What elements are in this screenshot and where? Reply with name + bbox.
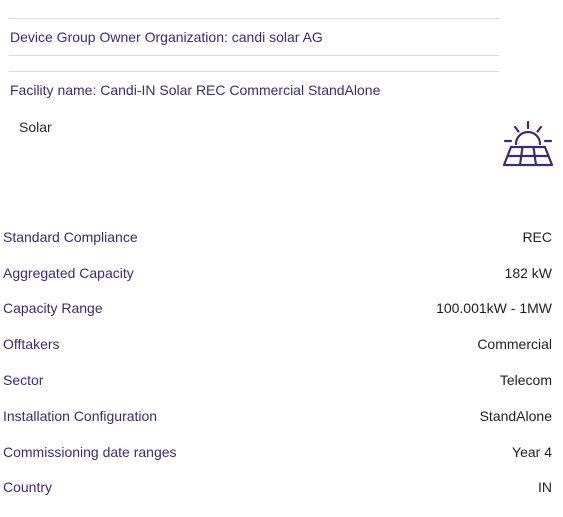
divider-facility [9,71,499,72]
spec-label: Country [3,479,53,496]
spec-label: Standard Compliance [3,228,138,245]
owner-organization: Device Group Owner Organization: candi s… [10,29,323,45]
spec-row-offtakers: Offtakers Commercial [3,326,552,362]
spec-list: Standard Compliance REC Aggregated Capac… [3,219,552,505]
spec-value: StandAlone [479,407,552,424]
spec-row-aggregated-capacity: Aggregated Capacity 182 kW [3,255,552,291]
spec-value: Commercial [477,336,552,353]
spec-label: Capacity Range [3,300,103,317]
spec-label: Offtakers [3,336,60,353]
spec-value: 182 kW [504,264,552,281]
spec-row-installation-configuration: Installation Configuration StandAlone [3,398,552,434]
facility-name: Facility name: Candi-IN Solar REC Commer… [10,82,381,98]
spec-row-capacity-range: Capacity Range 100.001kW - 1MW [3,291,552,327]
solar-panel-sun-icon [500,118,556,170]
spec-value: Telecom [499,372,552,389]
spec-row-standard-compliance: Standard Compliance REC [3,219,552,255]
spec-row-country: Country IN [3,470,552,506]
divider-middle [9,55,499,56]
spec-label: Aggregated Capacity [3,264,134,281]
divider-top [9,18,499,19]
spec-row-sector: Sector Telecom [3,362,552,398]
device-type-label: Solar [19,119,52,135]
spec-value: REC [522,228,552,245]
spec-row-commissioning-date-ranges: Commissioning date ranges Year 4 [3,434,552,470]
spec-label: Installation Configuration [3,407,158,424]
spec-label: Sector [3,372,44,389]
spec-value: 100.001kW - 1MW [436,300,552,317]
spec-value: Year 4 [512,443,552,460]
spec-label: Commissioning date ranges [3,443,177,460]
spec-value: IN [538,479,552,496]
